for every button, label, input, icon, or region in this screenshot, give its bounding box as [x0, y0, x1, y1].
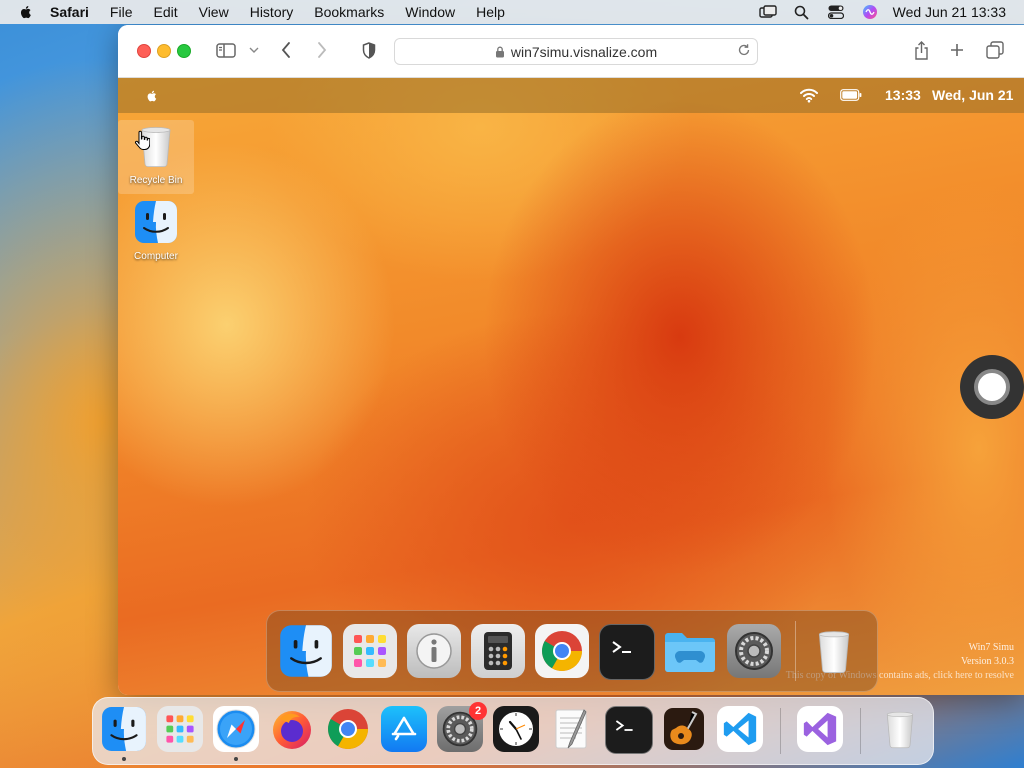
host-dock: 2 [92, 697, 934, 765]
back-icon[interactable] [278, 39, 294, 61]
guest-dock-launchpad[interactable] [343, 624, 397, 678]
dock-clock[interactable] [493, 706, 539, 752]
terminal-icon [612, 641, 631, 653]
info-icon [416, 633, 452, 669]
garageband-icon [664, 708, 704, 750]
wifi-icon[interactable] [800, 87, 818, 103]
safari-icon [216, 709, 256, 749]
guest-apple-icon[interactable] [145, 88, 159, 104]
dock-trash[interactable] [877, 706, 923, 752]
menu-view[interactable]: View [199, 4, 229, 20]
finder-icon [280, 625, 332, 677]
sidebar-icon[interactable] [215, 39, 237, 61]
firefox-icon [273, 711, 311, 749]
close-window-button[interactable] [137, 44, 151, 58]
dock-separator [780, 708, 781, 754]
guest-dock-system-preferences[interactable] [727, 624, 781, 678]
lock-icon [495, 46, 504, 57]
screen-mirroring-icon[interactable] [757, 4, 779, 20]
forward-icon[interactable] [314, 39, 330, 61]
battery-icon[interactable] [840, 89, 862, 101]
dock-vscode[interactable] [717, 706, 763, 752]
guest-menu-bar: 13:33 Wed, Jun 21 [118, 78, 1024, 113]
guest-dock-chrome[interactable] [535, 624, 589, 678]
terminal-icon [615, 720, 633, 731]
guest-dock-info[interactable] [407, 624, 461, 678]
dock-textedit[interactable] [549, 706, 595, 752]
vscode-icon [723, 712, 757, 746]
control-center-icon[interactable] [825, 4, 847, 20]
zoom-window-button[interactable] [177, 44, 191, 58]
guest-clock-date[interactable]: Wed, Jun 21 [932, 87, 1013, 103]
menu-help[interactable]: Help [476, 4, 505, 20]
guest-clock-time[interactable]: 13:33 [885, 87, 921, 103]
dock-garageband[interactable] [661, 706, 707, 752]
menu-bar-clock[interactable]: Wed Jun 21 13:33 [893, 4, 1006, 20]
safari-toolbar: win7simu.visnalize.com [118, 25, 1024, 78]
dock-finder[interactable] [101, 706, 147, 752]
running-indicator [122, 757, 126, 761]
simulated-desktop[interactable]: 13:33 Wed, Jun 21 Recycle Bin Computer W… [118, 78, 1024, 695]
privacy-shield-icon[interactable] [360, 39, 378, 61]
chrome-icon [542, 631, 582, 671]
assist-circle-icon [974, 369, 1010, 405]
guest-dock-trash[interactable] [807, 624, 861, 678]
dock-firefox[interactable] [269, 706, 315, 752]
safari-window: win7simu.visnalize.com 13:33 Wed, Jun 21… [118, 25, 1024, 695]
desktop-icon-computer[interactable]: Computer [118, 200, 194, 262]
system-preferences-icon [735, 632, 773, 670]
desktop-icon-label: Computer [134, 251, 178, 262]
launchpad-icon [166, 715, 194, 743]
dock-separator [860, 708, 861, 754]
app-store-icon [391, 716, 417, 741]
clock-icon [499, 712, 533, 746]
dock-app-store[interactable] [381, 706, 427, 752]
trash-icon [818, 631, 850, 673]
guest-dock-games-folder[interactable] [663, 624, 717, 678]
dock-launchpad[interactable] [157, 706, 203, 752]
reload-icon[interactable] [737, 43, 751, 57]
floating-assist-button[interactable] [960, 355, 1024, 419]
launchpad-icon [354, 635, 386, 667]
minimize-window-button[interactable] [157, 44, 171, 58]
menu-history[interactable]: History [250, 4, 294, 20]
desktop-icon-label: Recycle Bin [129, 175, 183, 186]
host-menu-bar: Safari File Edit View History Bookmarks … [0, 0, 1024, 24]
menu-file[interactable]: File [110, 4, 133, 20]
new-tab-icon[interactable] [948, 39, 966, 61]
games-folder-icon [665, 633, 715, 672]
visual-studio-icon [803, 712, 837, 746]
desktop-icon-recycle-bin[interactable]: Recycle Bin [118, 120, 194, 194]
siri-icon[interactable] [859, 4, 881, 20]
running-indicator [234, 757, 238, 761]
search-icon[interactable] [791, 4, 813, 20]
menu-window[interactable]: Window [405, 4, 455, 20]
textedit-icon [555, 709, 587, 749]
tabs-overview-icon[interactable] [985, 39, 1005, 61]
trash-icon [886, 711, 914, 749]
url-text: win7simu.visnalize.com [510, 43, 658, 60]
hand-cursor-icon [135, 130, 150, 150]
dock-chrome[interactable] [325, 706, 371, 752]
chrome-icon [328, 709, 368, 749]
guest-dock-separator [795, 621, 796, 681]
guest-dock-terminal[interactable] [599, 624, 655, 680]
finder-icon [102, 707, 146, 751]
calculator-icon [484, 632, 512, 670]
finder-icon [135, 201, 177, 243]
guest-dock-finder[interactable] [279, 624, 333, 678]
menu-safari[interactable]: Safari [50, 4, 89, 20]
notification-badge: 2 [469, 702, 487, 720]
address-bar[interactable]: win7simu.visnalize.com [394, 38, 758, 65]
guest-dock [266, 610, 878, 692]
menu-edit[interactable]: Edit [153, 4, 177, 20]
share-icon[interactable] [912, 39, 930, 61]
dock-terminal[interactable] [605, 706, 653, 754]
menu-bookmarks[interactable]: Bookmarks [314, 4, 384, 20]
guest-dock-calculator[interactable] [471, 624, 525, 678]
dock-safari[interactable] [213, 706, 259, 752]
apple-menu-icon[interactable] [18, 4, 34, 20]
chevron-down-icon[interactable] [248, 39, 260, 61]
dock-visual-studio[interactable] [797, 706, 843, 752]
